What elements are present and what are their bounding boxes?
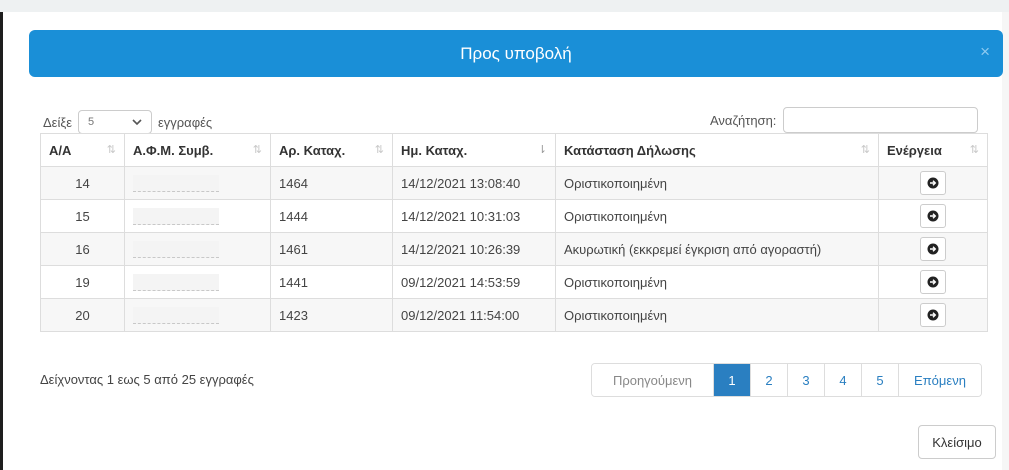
- window-right-edge: [1002, 12, 1009, 470]
- row-status: Οριστικοποιημένη: [555, 199, 879, 233]
- sort-icon: ⇅: [252, 143, 262, 156]
- pagination-page-2[interactable]: 2: [750, 364, 787, 396]
- page-length-select[interactable]: 5: [77, 110, 152, 134]
- open-row-button[interactable]: [920, 270, 946, 294]
- pagination-previous[interactable]: Προηγούμενη: [592, 364, 713, 396]
- table-row: 14 1464 14/12/2021 13:08:40 Οριστικοποιη…: [40, 166, 988, 200]
- table-info-text: Δείχνοντας 1 εως 5 από 25 εγγραφές: [40, 372, 254, 387]
- pagination-page-1[interactable]: 1: [713, 364, 750, 396]
- modal-header: Προς υποβολή ×: [29, 30, 1003, 77]
- length-prefix-label: Δείξε: [43, 114, 72, 130]
- row-registration-number: 1441: [270, 265, 393, 299]
- open-row-button[interactable]: [920, 303, 946, 327]
- redacted-afm: [133, 306, 219, 324]
- pagination-page-5[interactable]: 5: [861, 364, 898, 396]
- redacted-afm: [133, 273, 219, 291]
- submissions-table: Α/Α ⇅ Α.Φ.Μ. Συμβ. ⇅ Αρ. Καταχ. ⇅ Ημ. Καταχ…: [40, 133, 988, 332]
- row-action-cell: [878, 232, 988, 266]
- arrow-circle-right-icon: [927, 210, 939, 222]
- column-header-action[interactable]: Ενέργεια ⇅: [878, 133, 988, 167]
- row-action-cell: [878, 298, 988, 332]
- row-index: 16: [40, 232, 125, 266]
- arrow-circle-right-icon: [927, 243, 939, 255]
- arrow-circle-right-icon: [927, 276, 939, 288]
- redacted-afm: [133, 174, 219, 192]
- row-registration-date: 14/12/2021 13:08:40: [392, 166, 556, 200]
- sort-icon: ⇅: [106, 143, 116, 156]
- arrow-circle-right-icon: [927, 309, 939, 321]
- arrow-circle-right-icon: [927, 177, 939, 189]
- row-status: Οριστικοποιημένη: [555, 166, 879, 200]
- row-afm-cell: [124, 199, 271, 233]
- row-index: 15: [40, 199, 125, 233]
- sort-icon: ⇅: [374, 143, 384, 156]
- row-status: Οριστικοποιημένη: [555, 298, 879, 332]
- table-row: 20 1423 09/12/2021 11:54:00 Οριστικοποιη…: [40, 298, 988, 332]
- sort-icon: ⇅: [969, 143, 979, 156]
- table-row: 15 1444 14/12/2021 10:31:03 Οριστικοποιη…: [40, 199, 988, 233]
- pagination: Προηγούμενη 1 2 3 4 5 Επόμενη: [591, 363, 982, 397]
- open-row-button[interactable]: [920, 204, 946, 228]
- row-afm-cell: [124, 265, 271, 299]
- row-action-cell: [878, 199, 988, 233]
- row-action-cell: [878, 265, 988, 299]
- row-index: 19: [40, 265, 125, 299]
- row-afm-cell: [124, 232, 271, 266]
- search-label: Αναζήτηση:: [710, 112, 777, 128]
- column-header-declaration-status[interactable]: Κατάσταση Δήλωσης ⇅: [555, 133, 879, 167]
- row-afm-cell: [124, 166, 271, 200]
- close-icon[interactable]: ×: [980, 42, 990, 62]
- sort-desc-icon: ⇂: [537, 143, 547, 156]
- table-row: 19 1441 09/12/2021 14:53:59 Οριστικοποιη…: [40, 265, 988, 299]
- page-length-control: Δείξε 5 εγγραφές: [43, 110, 212, 134]
- row-registration-number: 1423: [270, 298, 393, 332]
- row-status: Ακυρωτική (εκκρεμεί έγκριση από αγοραστή…: [555, 232, 879, 266]
- table-header-row: Α/Α ⇅ Α.Φ.Μ. Συμβ. ⇅ Αρ. Καταχ. ⇅ Ημ. Καταχ…: [40, 133, 988, 167]
- window-top-edge: [0, 0, 1009, 12]
- row-index: 14: [40, 166, 125, 200]
- chevron-down-icon: [132, 118, 142, 125]
- modal-title: Προς υποβολή: [460, 43, 572, 63]
- row-afm-cell: [124, 298, 271, 332]
- open-row-button[interactable]: [920, 237, 946, 261]
- search-control: Αναζήτηση:: [710, 107, 979, 133]
- row-action-cell: [878, 166, 988, 200]
- close-button[interactable]: Κλείσιμο: [918, 425, 996, 459]
- column-header-registration-number[interactable]: Αρ. Καταχ. ⇅: [270, 133, 393, 167]
- row-registration-date: 14/12/2021 10:26:39: [392, 232, 556, 266]
- open-row-button[interactable]: [920, 171, 946, 195]
- pagination-page-3[interactable]: 3: [787, 364, 824, 396]
- column-header-afm[interactable]: Α.Φ.Μ. Συμβ. ⇅: [124, 133, 271, 167]
- length-suffix-label: εγγραφές: [157, 114, 213, 130]
- column-header-aa[interactable]: Α/Α ⇅: [40, 133, 125, 167]
- redacted-afm: [133, 240, 219, 258]
- redacted-afm: [133, 207, 219, 225]
- page-length-value: 5: [87, 116, 95, 128]
- column-header-registration-date[interactable]: Ημ. Καταχ. ⇂: [392, 133, 556, 167]
- pagination-next[interactable]: Επόμενη: [898, 364, 981, 396]
- table-row: 16 1461 14/12/2021 10:26:39 Ακυρωτική (ε…: [40, 232, 988, 266]
- sort-icon: ⇅: [860, 143, 870, 156]
- row-status: Οριστικοποιημένη: [555, 265, 879, 299]
- row-registration-number: 1461: [270, 232, 393, 266]
- row-registration-date: 09/12/2021 11:54:00: [392, 298, 556, 332]
- row-index: 20: [40, 298, 125, 332]
- row-registration-number: 1444: [270, 199, 393, 233]
- pagination-page-4[interactable]: 4: [824, 364, 861, 396]
- row-registration-number: 1464: [270, 166, 393, 200]
- row-registration-date: 09/12/2021 14:53:59: [392, 265, 556, 299]
- row-registration-date: 14/12/2021 10:31:03: [392, 199, 556, 233]
- search-input[interactable]: [783, 107, 979, 133]
